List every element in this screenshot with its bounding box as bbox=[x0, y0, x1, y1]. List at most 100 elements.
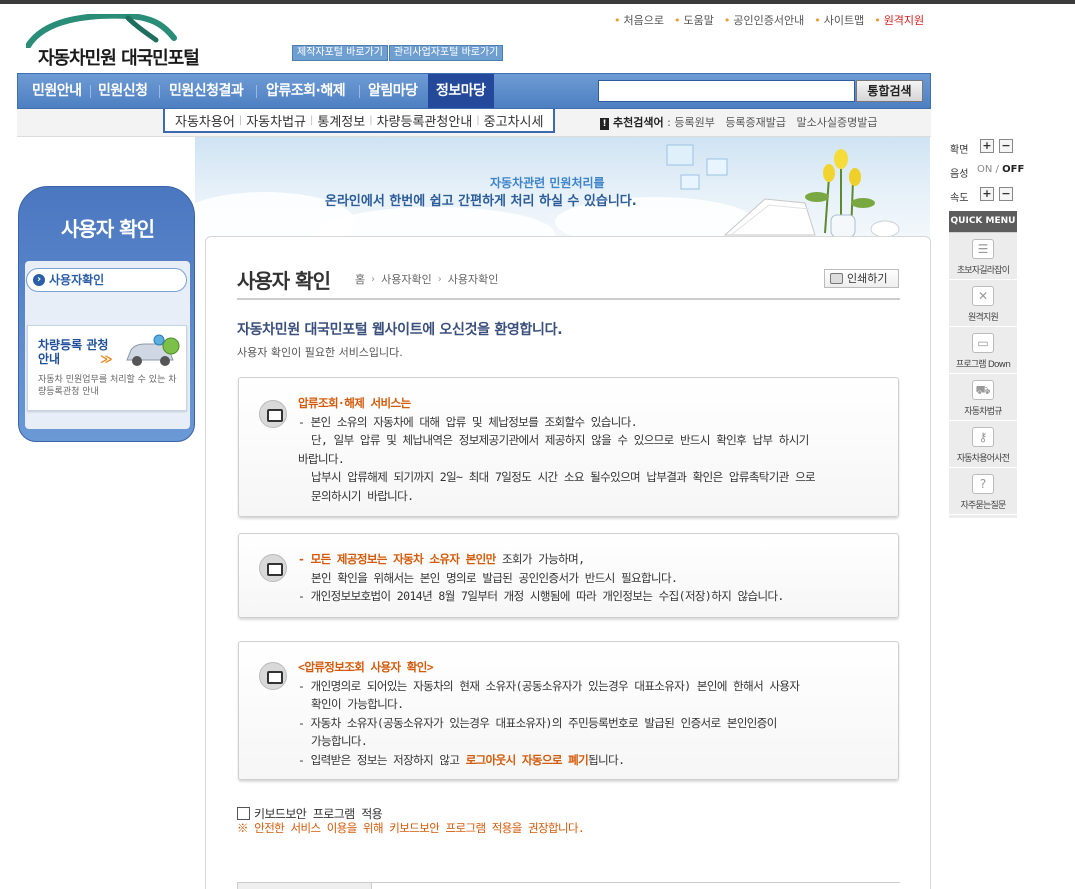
util-remote-support-link[interactable]: • 원격지원 bbox=[874, 12, 924, 28]
zoom-in-button[interactable]: + bbox=[980, 139, 994, 153]
subnav-used-car-price[interactable]: 중고차시세 bbox=[484, 111, 544, 130]
nav-notice[interactable]: 알림마당 bbox=[368, 74, 418, 108]
sub-nav-bar: 자동차용어 | 자동차법규 | 통계정보 | 차량등록관청안내 | 중고차시세 ! 추천검… bbox=[17, 109, 931, 137]
subnav-separator: | bbox=[369, 114, 373, 126]
sound-toggle[interactable]: ON / OFF bbox=[977, 164, 1024, 175]
print-label: 인쇄하기 bbox=[847, 272, 888, 285]
seizure-user-check-info-box: <압류정보조회 사용자 확인> - 개인명의로 되어있는 자동차의 현재 소유자… bbox=[238, 641, 899, 780]
speed-label: 속도 bbox=[950, 193, 969, 204]
subnav-car-law[interactable]: 자동차법규 bbox=[246, 111, 306, 130]
recommend-label: 추천검색어 bbox=[613, 116, 664, 129]
quick-remote-support[interactable]: ✕ 원격지원 bbox=[949, 280, 1017, 327]
breadcrumb: 홈 › 사용자확인 › 사용자확인 bbox=[355, 271, 498, 287]
sound-on[interactable]: ON bbox=[977, 164, 992, 175]
key-icon: ⚷ bbox=[972, 427, 994, 447]
owner-only-info-box: - 모든 제공정보는 자동차 소유자 본인만 조회가 가능하며, 본인 확인을 … bbox=[238, 533, 899, 618]
info-text: <압류정보조회 사용자 확인> - 개인명의로 되어있는 자동차의 현재 소유자… bbox=[298, 660, 800, 767]
sound-label: 음성 bbox=[950, 169, 969, 180]
nav-seizure[interactable]: 압류조회·해제 bbox=[266, 74, 346, 108]
zoom-label: 확면 bbox=[950, 145, 969, 156]
site-logo[interactable]: 자동차민원 대국민포털 bbox=[26, 14, 216, 69]
recommended-search: ! 추천검색어 : 등록원부 등록증재발급 말소사실증명발급 bbox=[600, 114, 878, 130]
question-document-icon: ? bbox=[972, 474, 994, 494]
subnav-car-terms[interactable]: 자동차용어 bbox=[175, 111, 235, 130]
quick-car-law[interactable]: ⛟ 자동차법규 bbox=[949, 374, 1017, 421]
quick-program-download[interactable]: ▭ 프로그램 Down bbox=[949, 327, 1017, 374]
speed-down-button[interactable]: − bbox=[999, 187, 1013, 201]
nav-divider bbox=[256, 85, 257, 98]
quick-car-dictionary[interactable]: ⚷ 자동차용어사전 bbox=[949, 421, 1017, 468]
management-portal-link[interactable]: 관리사업자포털 바로가기 bbox=[389, 45, 504, 61]
photos-and-flowers-illustration bbox=[666, 144, 900, 238]
breadcrumb-current: 사용자확인 bbox=[447, 273, 499, 286]
subnav-stats[interactable]: 통계정보 bbox=[317, 111, 365, 130]
keyboard-security-note: ※ 안전한 서비스 이용을 위해 키보드보안 프로그램 적용을 권장합니다. bbox=[237, 821, 585, 835]
nav-divider bbox=[159, 85, 160, 98]
monitor-icon: ▭ bbox=[972, 333, 994, 353]
quick-faq[interactable]: ? 자주묻는질문 bbox=[949, 468, 1017, 515]
tools-icon: ✕ bbox=[972, 286, 994, 306]
car-gear-icon bbox=[126, 334, 180, 366]
card-description: 자동차 민원업무를 처리할 수 있는 차량등록관청 안내 bbox=[38, 375, 177, 397]
zoom-out-button[interactable]: − bbox=[999, 139, 1013, 153]
printer-icon bbox=[830, 273, 843, 284]
top-border bbox=[0, 0, 1075, 4]
recommend-keyword[interactable]: 말소사실증명발급 bbox=[797, 116, 878, 129]
subnav-separator: | bbox=[238, 114, 243, 126]
util-sitemap-link[interactable]: • 사이트맵 bbox=[814, 12, 864, 28]
recommend-keyword[interactable]: 등록원부 bbox=[674, 116, 714, 129]
left-sidebar: 사용자 확인 사용자확인 차량등록 관청 안내 ≫ 자동차 민원업무를 처리할 … bbox=[18, 186, 195, 442]
car-icon: ⛟ bbox=[972, 380, 994, 400]
search-button[interactable]: 통합검색 bbox=[856, 80, 923, 102]
exclamation-icon: ! bbox=[600, 118, 609, 130]
quick-menu-title: QUICK MENU bbox=[949, 211, 1017, 232]
subnav-separator: | bbox=[310, 114, 314, 126]
subnav-registry-office[interactable]: 차량등록관청안내 bbox=[377, 111, 473, 130]
util-help-link[interactable]: • 도움말 bbox=[674, 12, 714, 28]
breadcrumb-home[interactable]: 홈 bbox=[355, 271, 365, 287]
memo-icon bbox=[259, 662, 287, 690]
banner-line2: 온라인에서 한번에 쉽고 간편하게 처리 하실 수 있습니다. bbox=[325, 194, 637, 209]
seizure-service-info-box: 압류조회·해제 서비스는 - 본인 소유의 자동차에 대해 압류 및 체납정보를… bbox=[238, 377, 899, 517]
double-arrow-icon: ≫ bbox=[100, 352, 113, 366]
info-text: - 모든 제공정보는 자동차 소유자 본인만 조회가 가능하며, 본인 확인을 … bbox=[298, 552, 784, 603]
nav-info-active[interactable]: 정보마당 bbox=[428, 74, 494, 108]
speed-up-button[interactable]: + bbox=[980, 187, 994, 201]
registry-office-card[interactable]: 차량등록 관청 안내 ≫ 자동차 민원업무를 처리할 수 있는 차량등록관청 안… bbox=[27, 325, 187, 411]
chevron-right-icon: › bbox=[371, 273, 376, 285]
car-outline-logo-icon bbox=[26, 14, 177, 48]
quick-menu: ☰ 초보자길라잡이 ✕ 원격지원 ▭ 프로그램 Down ⛟ 자동차법규 ⚷ 자… bbox=[949, 232, 1017, 518]
recommend-colon: : bbox=[667, 116, 671, 129]
utility-nav: • 처음으로 • 도움말 • 공인인증서안내 • 사이트맵 • 원격지원 bbox=[614, 12, 924, 28]
document-icon: ☰ bbox=[972, 239, 994, 259]
quick-beginner-guide[interactable]: ☰ 초보자길라잡이 bbox=[949, 233, 1017, 280]
subnav-separator: | bbox=[476, 114, 480, 126]
nav-apply-result[interactable]: 민원신청결과 bbox=[169, 74, 244, 108]
bottom-tab-strip bbox=[237, 882, 900, 889]
nav-civil-guide[interactable]: 민원안내 bbox=[32, 74, 82, 108]
print-button[interactable]: 인쇄하기 bbox=[824, 269, 899, 288]
keyboard-security-checkbox[interactable] bbox=[237, 807, 250, 820]
title-divider bbox=[237, 298, 900, 300]
page-title: 사용자 확인 bbox=[237, 269, 331, 293]
recommend-keyword[interactable]: 등록증재발급 bbox=[725, 116, 786, 129]
sub-nav: 자동차용어 | 자동차법규 | 통계정보 | 차량등록관청안내 | 중고차시세 bbox=[163, 109, 556, 133]
nav-civil-apply[interactable]: 민원신청 bbox=[98, 74, 148, 108]
search-input[interactable] bbox=[598, 80, 855, 102]
banner-line1: 자동차관련 민원처리를 bbox=[490, 176, 605, 190]
util-home-link[interactable]: • 처음으로 bbox=[614, 12, 664, 28]
sidebar-title: 사용자 확인 bbox=[61, 217, 155, 241]
util-cert-guide-link[interactable]: • 공인인증서안내 bbox=[724, 12, 804, 28]
info-text: 압류조회·해제 서비스는 - 본인 소유의 자동차에 대해 압류 및 체납정보를… bbox=[298, 396, 816, 503]
maker-portal-link[interactable]: 제작자포털 바로가기 bbox=[292, 45, 388, 61]
memo-icon bbox=[259, 554, 287, 582]
memo-icon bbox=[259, 400, 287, 428]
welcome-subtext: 사용자 확인이 필요한 서비스입니다. bbox=[237, 346, 403, 359]
sound-off[interactable]: OFF bbox=[1002, 164, 1024, 175]
sidebar-item-user-check[interactable]: 사용자확인 bbox=[26, 268, 187, 292]
main-nav: 민원안내 민원신청 민원신청결과 압류조회·해제 알림마당 정보마당 통합검색 bbox=[17, 73, 931, 109]
logo-text: 자동차민원 대국민포털 bbox=[38, 48, 200, 69]
breadcrumb-level1[interactable]: 사용자확인 bbox=[381, 271, 432, 287]
welcome-heading: 자동차민원 대국민포털 웹사이트에 오신것을 환영합니다. bbox=[237, 322, 563, 338]
top-banner: 자동차관련 민원처리를 온라인에서 한번에 쉽고 간편하게 처리 하실 수 있습… bbox=[195, 137, 930, 241]
